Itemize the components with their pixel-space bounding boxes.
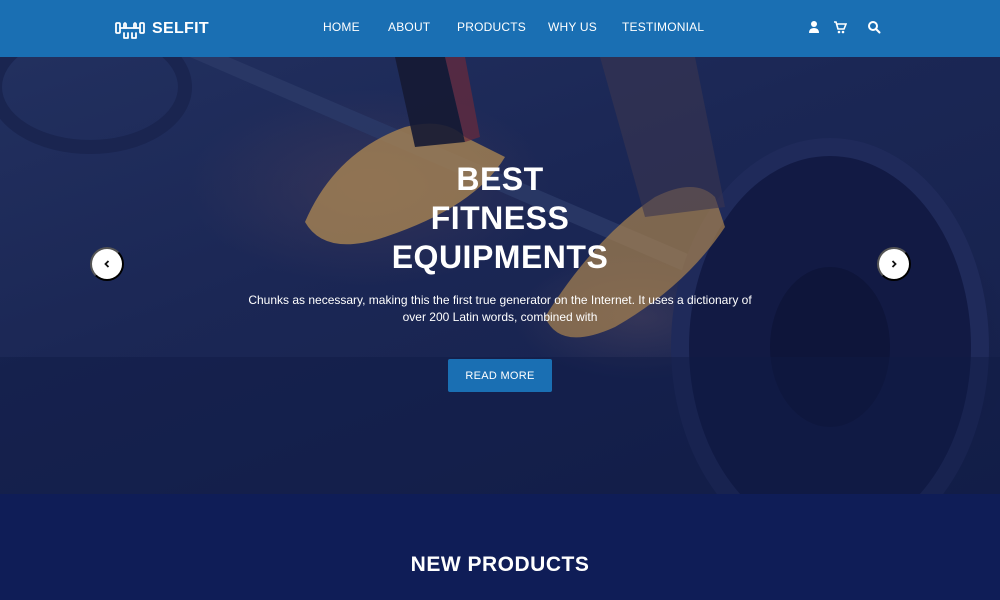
main-nav: HOME ABOUT PRODUCTS WHY US TESTIMONIAL — [0, 0, 1000, 57]
nav-products[interactable]: PRODUCTS — [457, 20, 526, 34]
hero-title-line: EQUIPMENTS — [391, 239, 609, 275]
nav-testimonial[interactable]: TESTIMONIAL — [622, 20, 704, 34]
user-icon[interactable] — [808, 20, 822, 36]
chevron-left-icon — [104, 260, 110, 268]
chevron-right-icon — [891, 260, 897, 268]
new-products-section: NEW PRODUCTS — [0, 494, 1000, 600]
section-heading: NEW PRODUCTS — [410, 553, 590, 576]
nav-why-us[interactable]: WHY US — [548, 20, 597, 34]
hero-title-line: BEST — [456, 161, 544, 197]
cart-icon[interactable] — [833, 20, 848, 36]
nav-about[interactable]: ABOUT — [388, 20, 430, 34]
nav-home[interactable]: HOME — [323, 20, 360, 34]
site-header: SELFIT HOME ABOUT PRODUCTS WHY US TESTIM… — [0, 0, 1000, 57]
read-more-button[interactable]: READ MORE — [448, 359, 552, 392]
hero-description: Chunks as necessary, making this the fir… — [248, 293, 752, 324]
hero-title: BEST FITNESS EQUIPMENTS — [300, 160, 700, 277]
prev-slide-button[interactable] — [90, 247, 124, 281]
hero-title-line: FITNESS — [430, 200, 570, 236]
next-slide-button[interactable] — [877, 247, 911, 281]
search-icon[interactable] — [867, 20, 881, 36]
hero-slider: BEST FITNESS EQUIPMENTS Chunks as necess… — [0, 57, 1000, 494]
